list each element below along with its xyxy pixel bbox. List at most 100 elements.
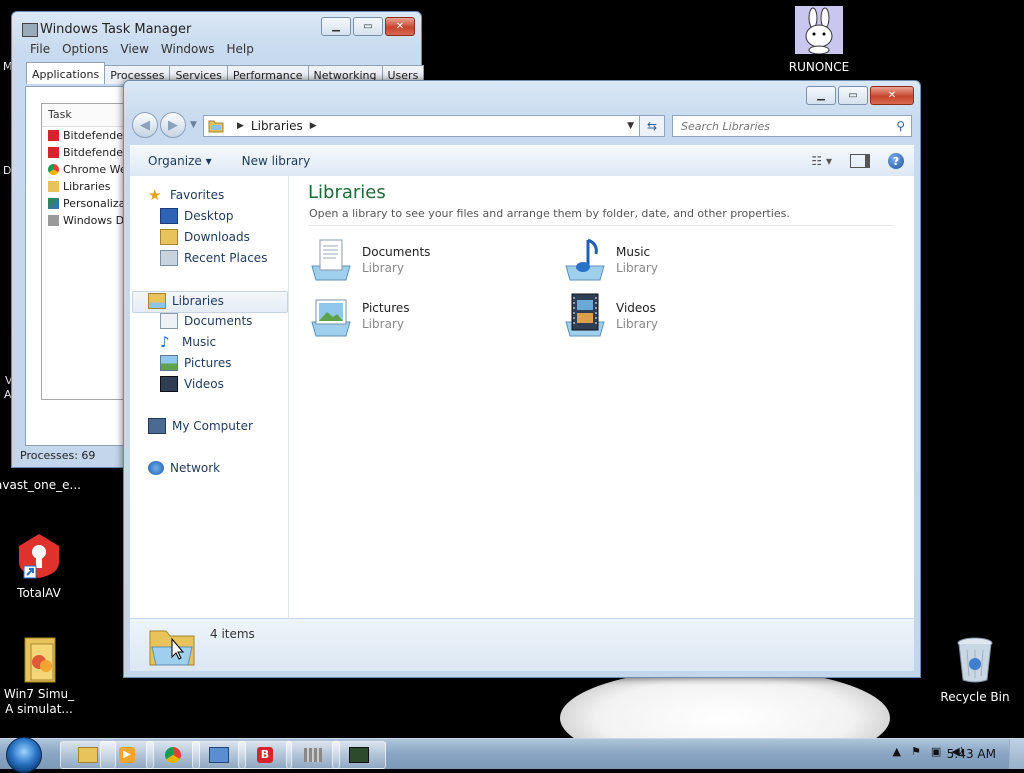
chevron-right-icon[interactable]: ▶ bbox=[310, 121, 317, 131]
maximize-button[interactable]: ▭ bbox=[838, 86, 868, 105]
bunny-icon bbox=[795, 6, 843, 55]
change-view-button[interactable]: ☷ ▾ bbox=[811, 154, 832, 168]
close-button[interactable]: ✕ bbox=[870, 86, 914, 105]
taskbar: ▶ B ▲ ⚑ ▣ ◀) 5:43 AM bbox=[0, 737, 1024, 773]
search-icon: ⚲ bbox=[896, 119, 905, 133]
back-button[interactable]: ◀ bbox=[132, 112, 158, 138]
library-item-videos[interactable]: Videos Library bbox=[562, 292, 658, 338]
search-box[interactable]: ⚲ bbox=[672, 115, 912, 137]
libraries-large-icon bbox=[149, 630, 195, 666]
nav-label: Videos bbox=[184, 377, 224, 391]
chevron-down-icon[interactable]: ▼ bbox=[190, 120, 197, 130]
task-manager-icon bbox=[349, 747, 369, 763]
caption-buttons: ▁ ▭ ✕ bbox=[804, 86, 914, 105]
item-count: 4 items bbox=[210, 627, 255, 641]
recent-places-icon bbox=[160, 250, 178, 266]
new-library-button[interactable]: New library bbox=[224, 154, 323, 168]
libraries-explorer-window[interactable]: ▁ ▭ ✕ ◀ ▶ ▼ ▶ Libraries ▶ ▼ ⇆ ⚲ Organize… bbox=[123, 80, 921, 678]
pictures-icon bbox=[160, 355, 178, 371]
search-input[interactable] bbox=[679, 118, 883, 134]
nav-my-computer[interactable]: My Computer bbox=[148, 417, 253, 435]
nav-recent-places[interactable]: Recent Places bbox=[160, 249, 267, 267]
minimize-button[interactable]: ▁ bbox=[321, 17, 351, 36]
desktop-icon-avast[interactable]: avast_one_e... bbox=[0, 466, 83, 493]
desktop-icon-label: avast_one_e... bbox=[0, 478, 81, 492]
personalization-icon bbox=[48, 198, 59, 209]
library-text: Music Library bbox=[616, 236, 658, 282]
minimize-button[interactable]: ▁ bbox=[806, 86, 836, 105]
desktop-icon-win7-simulator[interactable]: Win7 Simu_ A simulat... bbox=[0, 636, 84, 717]
address-bar[interactable]: ▶ Libraries ▶ ▼ ⇆ bbox=[203, 115, 665, 137]
show-hidden-icons-icon[interactable]: ▲ bbox=[892, 745, 900, 758]
menu-help[interactable]: Help bbox=[220, 42, 259, 56]
library-type: Library bbox=[362, 317, 404, 331]
task-name: Windows De bbox=[63, 214, 131, 227]
nav-music[interactable]: ♪ Music bbox=[160, 333, 216, 351]
nav-favorites[interactable]: ★ Favorites bbox=[148, 186, 224, 204]
chevron-down-icon[interactable]: ▼ bbox=[627, 121, 634, 131]
refresh-button[interactable]: ⇆ bbox=[639, 116, 664, 136]
desktop-icon-label: RUNONCE bbox=[788, 60, 850, 74]
tab-applications[interactable]: Applications bbox=[26, 62, 106, 84]
clock[interactable]: 5:43 AM bbox=[947, 747, 996, 761]
navigation-buttons: ◀ ▶ ▼ bbox=[132, 112, 197, 138]
documents-library-icon bbox=[311, 239, 351, 281]
desktop-icon-label: Win7 Simu_ A simulat... bbox=[3, 687, 75, 716]
library-name: Music bbox=[616, 245, 651, 259]
task-manager-icon bbox=[22, 23, 38, 37]
library-item-pictures[interactable]: Pictures Library bbox=[308, 292, 410, 338]
nav-network[interactable]: Network bbox=[148, 459, 220, 477]
menu-windows[interactable]: Windows bbox=[155, 42, 221, 56]
nav-label: Network bbox=[170, 461, 221, 475]
taskbar-bitdefender[interactable]: B bbox=[238, 741, 292, 769]
organize-button[interactable]: Organize ▾ bbox=[130, 154, 224, 168]
nav-libraries[interactable]: Libraries bbox=[148, 292, 224, 310]
caption-buttons: ▁ ▭ ✕ bbox=[319, 17, 415, 36]
media-player-icon: ▶ bbox=[119, 747, 135, 763]
videos-library-icon bbox=[565, 293, 605, 337]
preview-pane-button[interactable] bbox=[850, 154, 870, 168]
libraries-folder-icon bbox=[148, 293, 166, 309]
organize-label: Organize bbox=[148, 154, 202, 168]
network-status-icon[interactable]: ▣ bbox=[931, 745, 941, 758]
generic-app-icon bbox=[304, 748, 322, 762]
close-button[interactable]: ✕ bbox=[385, 17, 415, 36]
library-type: Library bbox=[616, 261, 658, 275]
library-item-documents[interactable]: Documents Library bbox=[308, 236, 430, 282]
menu-view[interactable]: View bbox=[114, 42, 154, 56]
help-icon[interactable]: ? bbox=[888, 153, 904, 169]
breadcrumb-libraries[interactable]: Libraries bbox=[251, 119, 303, 133]
music-library-icon bbox=[565, 238, 605, 281]
nav-label: Documents bbox=[184, 314, 253, 328]
nav-label: My Computer bbox=[172, 419, 253, 433]
chrome-icon bbox=[48, 164, 59, 175]
task-name: Personalizat bbox=[63, 197, 130, 210]
action-center-flag-icon[interactable]: ⚑ bbox=[911, 745, 921, 758]
desktop-icon-recycle-bin[interactable]: Recycle Bin bbox=[930, 636, 1020, 705]
pictures-library-icon bbox=[311, 299, 351, 337]
recycle-bin-icon bbox=[957, 637, 993, 683]
library-type: Library bbox=[616, 317, 658, 331]
show-desktop-button[interactable] bbox=[1009, 739, 1024, 769]
chevron-right-icon[interactable]: ▶ bbox=[237, 121, 244, 131]
page-title: Libraries bbox=[308, 182, 386, 203]
nav-documents[interactable]: Documents bbox=[160, 312, 252, 330]
library-item-music[interactable]: Music Library bbox=[562, 236, 658, 282]
library-text: Pictures Library bbox=[362, 292, 410, 338]
menu-file[interactable]: File bbox=[24, 42, 56, 56]
navigation-pane[interactable]: ★ Favorites Desktop Downloads Recent Pla… bbox=[130, 176, 289, 618]
desktop-icon-runonce[interactable]: RUNONCE bbox=[774, 6, 864, 75]
nav-desktop[interactable]: Desktop bbox=[160, 207, 234, 225]
taskbar-task-manager[interactable] bbox=[332, 741, 386, 769]
menu-options[interactable]: Options bbox=[56, 42, 114, 56]
maximize-button[interactable]: ▭ bbox=[353, 17, 383, 36]
nav-label: Recent Places bbox=[184, 251, 268, 265]
nav-pictures[interactable]: Pictures bbox=[160, 354, 232, 372]
library-type: Library bbox=[362, 261, 404, 275]
nav-downloads[interactable]: Downloads bbox=[160, 228, 250, 246]
nav-label: Pictures bbox=[184, 356, 232, 370]
desktop-icon-label: TotalAV bbox=[17, 586, 61, 600]
nav-videos[interactable]: Videos bbox=[160, 375, 224, 393]
desktop-icon-totalav[interactable]: TotalAV bbox=[0, 532, 84, 601]
forward-button[interactable]: ▶ bbox=[160, 112, 186, 138]
